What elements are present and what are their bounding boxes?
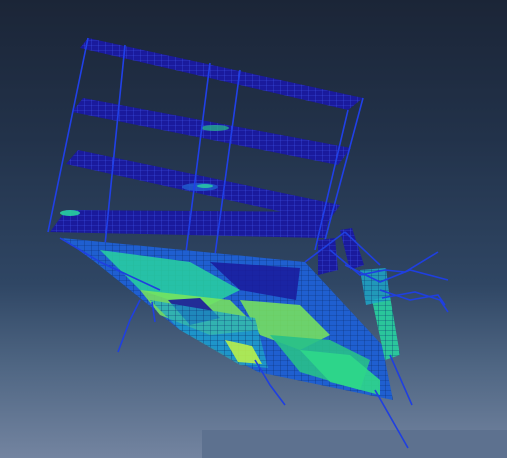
model-viewport[interactable] — [0, 0, 507, 458]
fea-model-render — [47, 37, 449, 449]
